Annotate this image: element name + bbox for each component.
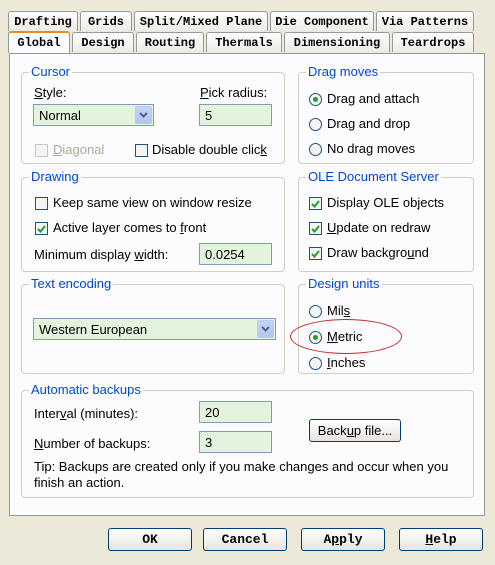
interval-label: Interval (minutes): — [34, 406, 139, 421]
backup-tip: Tip: Backups are created only if you mak… — [34, 459, 449, 490]
tab-teardrops[interactable]: Teardrops — [392, 32, 474, 52]
inches-label: Inches — [327, 355, 366, 370]
keep-view-checkbox[interactable] — [35, 197, 48, 210]
tab-die-component[interactable]: Die Component — [270, 11, 374, 31]
pick-radius-input[interactable]: 5 — [199, 104, 272, 126]
number-backups-input[interactable]: 3 — [199, 431, 272, 453]
tab-global[interactable]: Global — [8, 31, 70, 53]
display-ole-checkbox[interactable] — [309, 197, 322, 210]
ok-button[interactable]: OK — [108, 528, 192, 551]
checkmark-icon — [311, 224, 320, 233]
draw-background-checkbox[interactable] — [309, 247, 322, 260]
pick-radius-value: 5 — [205, 107, 213, 123]
display-ole-label: Display OLE objects — [327, 195, 445, 210]
annotation-circle — [290, 319, 402, 354]
update-redraw-checkbox[interactable] — [309, 222, 322, 235]
update-redraw-label: Update on redraw — [327, 220, 431, 235]
style-label: Style: — [34, 85, 67, 100]
min-width-input[interactable]: 0.0254 — [199, 243, 272, 265]
apply-button[interactable]: Ap ply — [301, 528, 385, 551]
number-backups-value: 3 — [205, 434, 213, 450]
checkmark-icon — [37, 224, 46, 233]
tab-grids[interactable]: Grids — [80, 11, 132, 31]
pick-radius-label: Pick radius: — [200, 85, 268, 100]
ole-group-title: OLE Document Server — [306, 169, 441, 184]
diagonal-checkbox[interactable] — [35, 144, 48, 157]
chevron-down-icon[interactable] — [135, 106, 152, 124]
tab-design[interactable]: Design — [72, 32, 134, 52]
backups-group-title: Automatic backups — [29, 382, 143, 397]
mils-label: Mils — [327, 303, 351, 318]
tab-row-bottom: Global Design Routing Thermals Dimension… — [8, 31, 476, 53]
drag-moves-group-title: Drag moves — [306, 64, 381, 79]
active-layer-label: Active layer comes to front — [53, 220, 207, 235]
cursor-group-title: Cursor — [29, 64, 73, 79]
disable-double-click-checkbox[interactable] — [135, 144, 148, 157]
style-value: Normal — [39, 107, 81, 123]
mils-radio[interactable] — [309, 305, 322, 318]
interval-input[interactable]: 20 — [199, 401, 272, 423]
text-encoding-value: Western European — [39, 321, 148, 337]
min-width-value: 0.0254 — [205, 246, 245, 262]
active-layer-checkbox[interactable] — [35, 222, 48, 235]
checkmark-icon — [311, 249, 320, 258]
drag-and-attach-radio[interactable] — [309, 93, 322, 106]
tab-thermals[interactable]: Thermals — [206, 32, 282, 52]
drag-and-drop-label: Drag and drop — [327, 116, 411, 131]
chevron-down-icon[interactable] — [257, 320, 274, 338]
checkmark-icon — [311, 199, 320, 208]
cancel-button[interactable]: Cancel — [203, 528, 287, 551]
backup-file-button[interactable]: Back u p file... — [309, 419, 401, 442]
tab-dimensioning[interactable]: Dimensioning — [284, 32, 390, 52]
drag-and-drop-radio[interactable] — [309, 118, 322, 131]
no-drag-moves-label: No drag moves — [327, 141, 416, 156]
drag-and-attach-label: Drag and attach — [327, 91, 420, 106]
help-button[interactable]: Help — [399, 528, 483, 551]
tab-drafting[interactable]: Drafting — [8, 11, 78, 31]
tab-routing[interactable]: Routing — [136, 32, 204, 52]
number-backups-label: Number of backups: — [34, 436, 151, 451]
tab-via-patterns[interactable]: Via Patterns — [376, 11, 474, 31]
no-drag-moves-radio[interactable] — [309, 143, 322, 156]
tab-split-mixed-plane[interactable]: Split/Mixed Plane — [134, 11, 268, 31]
draw-background-label: Draw background — [327, 245, 429, 260]
min-width-label: Minimum display width: — [34, 247, 169, 262]
tab-row-top: Drafting Grids Split/Mixed Plane Die Com… — [8, 11, 476, 31]
disable-double-click-label: Disable double click — [152, 142, 267, 157]
design-units-group-title: Design units — [306, 276, 382, 291]
interval-value: 20 — [205, 404, 220, 420]
drawing-group-title: Drawing — [29, 169, 81, 184]
text-encoding-select[interactable]: Western European — [33, 318, 276, 340]
style-select[interactable]: Normal — [33, 104, 154, 126]
diagonal-label: Diagonal — [53, 142, 105, 157]
text-encoding-group-title: Text encoding — [29, 276, 114, 291]
keep-view-label: Keep same view on window resize — [53, 195, 252, 210]
inches-radio[interactable] — [309, 357, 322, 370]
